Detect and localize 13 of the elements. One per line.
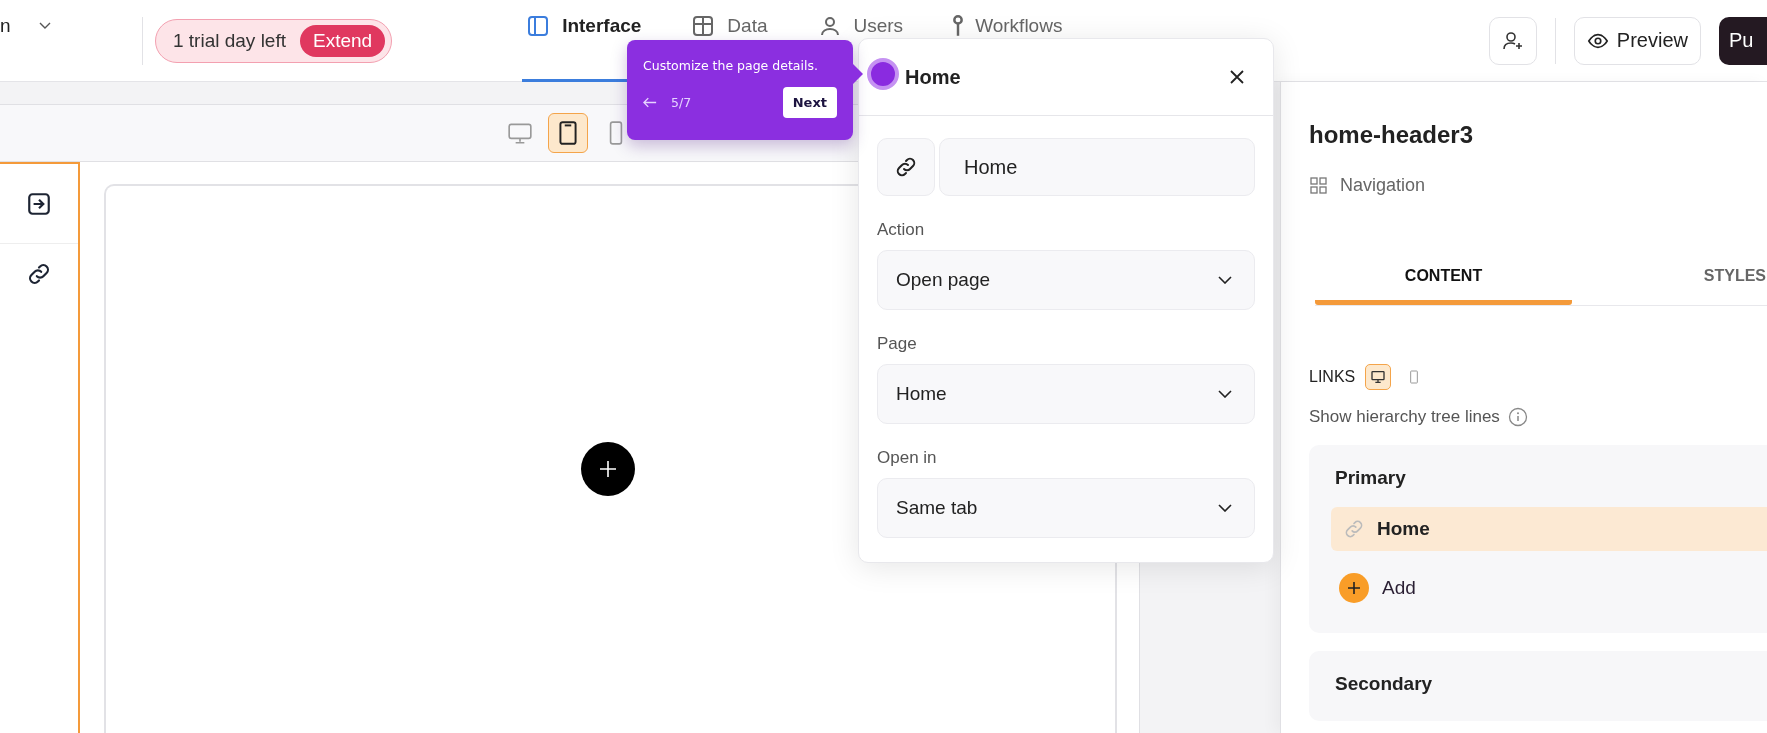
tree-lines-label: Show hierarchy tree lines <box>1309 407 1500 427</box>
trial-text: 1 trial day left <box>173 29 286 52</box>
field-label: Page <box>877 334 918 354</box>
tour-text: Customize the page details. <box>643 58 819 73</box>
popup-title: Home <box>905 65 961 89</box>
group-title: Secondary <box>1335 673 1434 695</box>
component-title: home-header3 <box>1309 121 1475 149</box>
step-counter: 5/7 <box>671 95 692 110</box>
field-label: Open in <box>877 448 938 468</box>
field-label: Action <box>877 220 926 240</box>
component-type: Navigation <box>1340 175 1426 196</box>
group-title: Primary <box>1335 467 1407 489</box>
links-label: LINKS <box>1309 368 1356 386</box>
